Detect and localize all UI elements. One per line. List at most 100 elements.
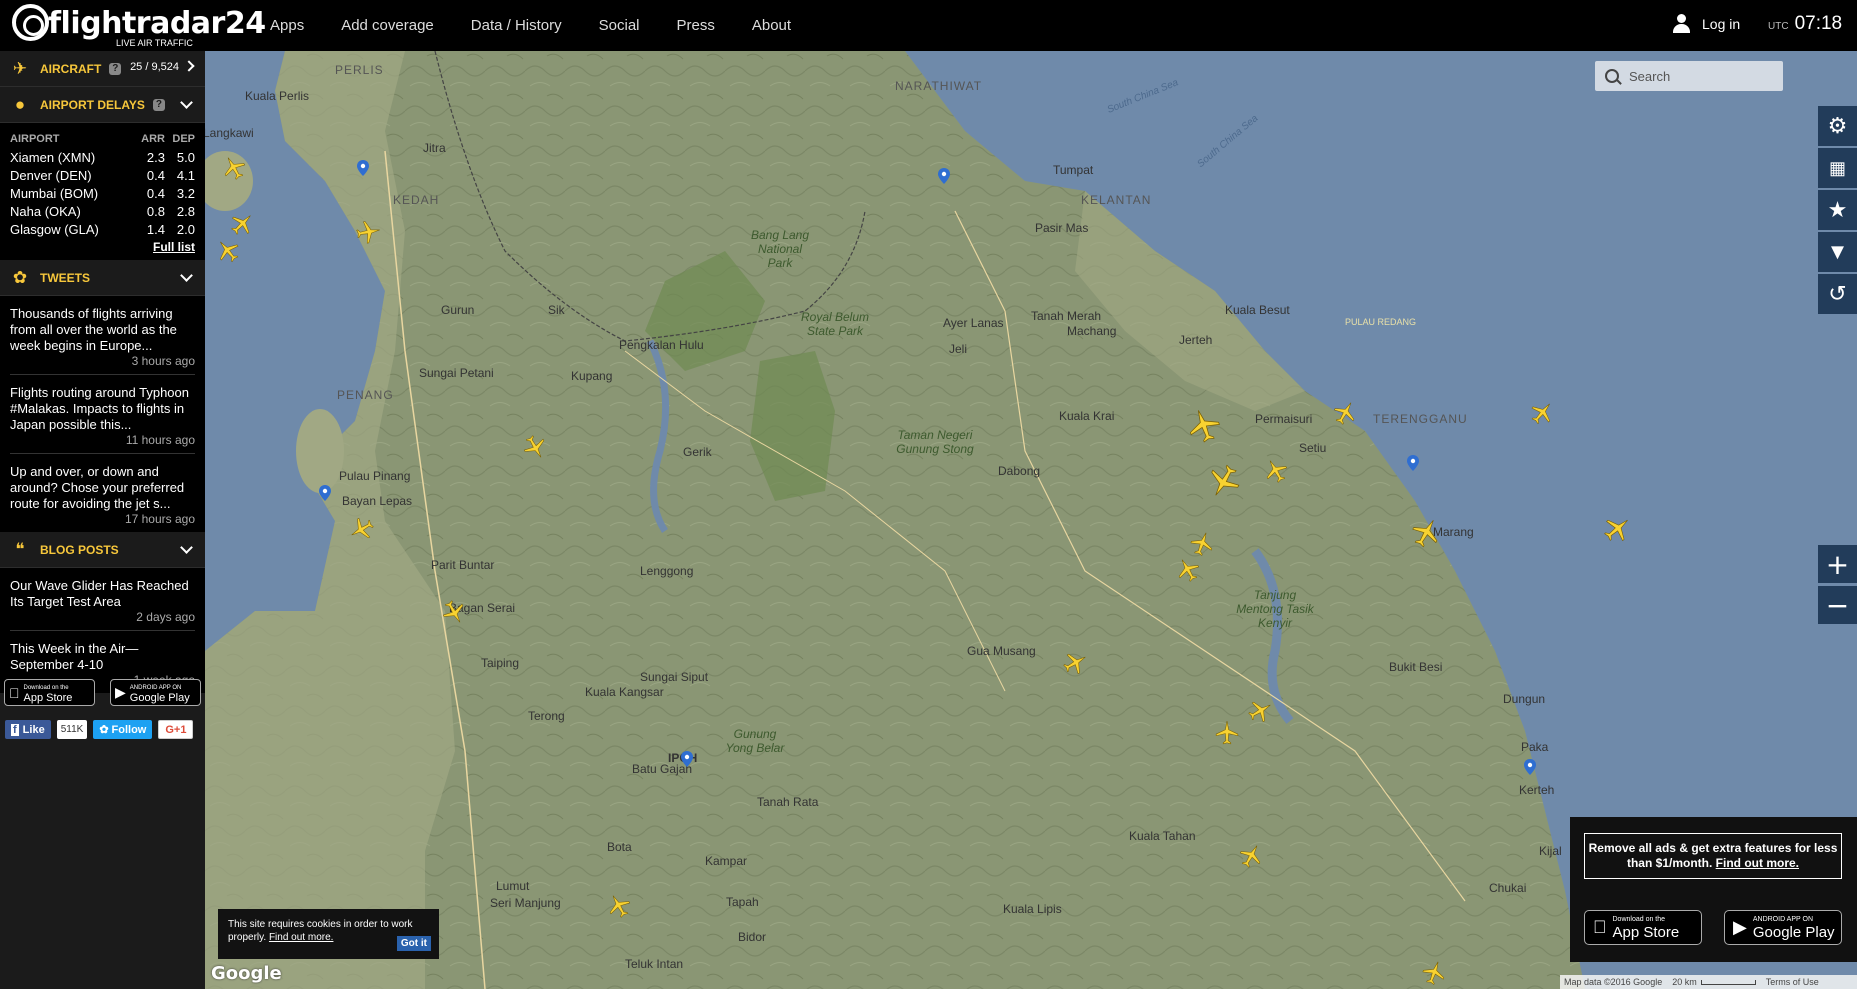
list-item[interactable]: Thousands of flights arriving from all o… bbox=[10, 296, 195, 375]
utc-label: UTC bbox=[1768, 21, 1789, 32]
remove-ads-banner[interactable]: Remove all ads & get extra features for … bbox=[1584, 833, 1842, 879]
google-plus-button[interactable]: G+1 bbox=[158, 720, 194, 739]
tweet-time: 11 hours ago bbox=[125, 433, 195, 447]
got-it-button[interactable]: Got it bbox=[396, 936, 431, 951]
airport-name: Denver (DEN) bbox=[10, 167, 92, 183]
list-item[interactable]: Up and over, or down and around? Chose y… bbox=[10, 454, 195, 532]
airport-pin-icon[interactable] bbox=[319, 485, 331, 501]
google-play-badge[interactable]: ▶ ANDROID APP ON Google Play bbox=[1724, 910, 1842, 945]
chevron-down-icon[interactable] bbox=[180, 541, 193, 554]
full-list-link[interactable]: Full list bbox=[10, 240, 195, 254]
list-item[interactable]: Our Wave Glider Has Reached Its Target T… bbox=[10, 568, 195, 631]
blog-feed: Our Wave Glider Has Reached Its Target T… bbox=[0, 568, 205, 693]
nav-add-coverage[interactable]: Add coverage bbox=[341, 17, 434, 34]
map-label: PENANG bbox=[337, 388, 394, 402]
airport-pin-icon[interactable] bbox=[1407, 455, 1419, 471]
nav-about[interactable]: About bbox=[752, 17, 791, 34]
aircraft-icon[interactable] bbox=[1214, 720, 1240, 746]
list-item[interactable]: Flights routing around Typhoon #Malakas.… bbox=[10, 375, 195, 454]
map-label: Kuala Kangsar bbox=[585, 685, 664, 699]
search-box[interactable] bbox=[1595, 61, 1783, 91]
login-label: Log in bbox=[1702, 16, 1741, 32]
apple-icon:  bbox=[9, 685, 20, 701]
zoom-in-button[interactable]: + bbox=[1818, 545, 1857, 583]
facebook-icon: f bbox=[11, 723, 19, 736]
favorites-icon[interactable]: ★ bbox=[1818, 190, 1857, 230]
nav-social[interactable]: Social bbox=[599, 17, 640, 34]
map-label: Ayer Lanas bbox=[943, 316, 1004, 330]
aircraft-icon[interactable] bbox=[353, 217, 383, 247]
help-icon[interactable]: ? bbox=[152, 98, 165, 111]
badge-big-text: App Store bbox=[13, 691, 73, 704]
map-label: Gua Musang bbox=[967, 644, 1036, 658]
airport-name: Xiamen (XMN) bbox=[10, 149, 96, 165]
playback-icon[interactable]: ↺ bbox=[1818, 274, 1857, 314]
chevron-down-icon[interactable] bbox=[180, 96, 193, 109]
search-input[interactable] bbox=[1629, 68, 1769, 84]
promo-text: Remove all ads & get extra features for … bbox=[1588, 841, 1838, 870]
dep-delay: 2.8 bbox=[176, 203, 195, 219]
utc-clock: UTC 07:18 bbox=[1768, 13, 1842, 35]
nav-press[interactable]: Press bbox=[677, 17, 715, 34]
map-label: Parit Buntar bbox=[431, 558, 495, 572]
airport-pin-icon[interactable] bbox=[1524, 759, 1536, 775]
table-row[interactable]: Denver (DEN) 0.4 4.1 bbox=[10, 166, 195, 184]
help-icon[interactable]: ? bbox=[109, 62, 122, 75]
app-store-badge[interactable]:  Download on theApp Store bbox=[1584, 910, 1702, 945]
map-label: Sungai Petani bbox=[419, 366, 494, 380]
play-icon: ▶ bbox=[115, 684, 126, 700]
nav-data-history[interactable]: Data / History bbox=[471, 17, 562, 34]
map-label: Kampar bbox=[705, 854, 748, 868]
dep-delay: 2.0 bbox=[176, 221, 195, 237]
map-label: Permaisuri bbox=[1255, 412, 1313, 426]
utc-time: 07:18 bbox=[1794, 13, 1843, 34]
cookie-link[interactable]: Find out more. bbox=[269, 932, 333, 943]
login-button[interactable]: Log in bbox=[1672, 14, 1740, 34]
twitter-follow-button[interactable]: ✿ Follow bbox=[93, 720, 153, 739]
chevron-down-icon[interactable] bbox=[180, 269, 193, 282]
map-label: Setiu bbox=[1299, 441, 1327, 455]
settings-icon[interactable]: ⚙ bbox=[1818, 106, 1857, 146]
airport-pin-icon[interactable] bbox=[357, 160, 369, 176]
table-row[interactable]: Naha (OKA) 0.8 2.8 bbox=[10, 202, 195, 220]
filter-icon[interactable]: ▼ bbox=[1818, 232, 1857, 272]
twitter-bird-icon: ✿ bbox=[12, 267, 28, 287]
blog-posts-header[interactable]: ❝ BLOG POSTS bbox=[0, 532, 205, 568]
tweet-text: Up and over, or down and around? Chose y… bbox=[10, 464, 185, 511]
map-label: Kijal bbox=[1539, 844, 1562, 858]
column-airport: AIRPORT bbox=[10, 133, 60, 145]
airport-pin-icon[interactable] bbox=[938, 168, 950, 184]
quote-icon: ❝ bbox=[15, 539, 25, 559]
blog-posts-title: BLOG POSTS bbox=[40, 542, 119, 557]
logo-name: flightradar24 bbox=[48, 6, 266, 41]
terms-of-use-link[interactable]: Terms of Use bbox=[1766, 977, 1819, 987]
map-label: Jeli bbox=[949, 342, 968, 356]
aircraft-title: AIRCRAFT bbox=[40, 61, 102, 76]
table-row[interactable]: Glasgow (GLA) 1.4 2.0 bbox=[10, 220, 195, 238]
zoom-out-button[interactable]: − bbox=[1818, 586, 1857, 624]
table-row[interactable]: Xiamen (XMN) 2.3 5.0 bbox=[10, 148, 195, 166]
map-label: Dungun bbox=[1503, 692, 1546, 706]
google-play-badge[interactable]: ▶ ANDROID APP ON Google Play bbox=[110, 679, 201, 706]
airport-delays-header[interactable]: ● AIRPORT DELAYS ? bbox=[0, 87, 205, 123]
flightradar24-logo[interactable]: flightradar24 LIVE AIR TRAFFIC bbox=[12, 4, 266, 48]
table-row[interactable]: Mumbai (BOM) 0.4 3.2 bbox=[10, 184, 195, 202]
aircraft-panel-header[interactable]: ✈ AIRCRAFT ? 25 / 9,524 bbox=[0, 51, 205, 87]
facebook-like-button[interactable]: f Like bbox=[5, 720, 51, 739]
tweets-header[interactable]: ✿ TWEETS bbox=[0, 260, 205, 296]
badge-big-text: App Store bbox=[1599, 923, 1680, 941]
app-store-badge[interactable]:  Download on theApp Store bbox=[4, 679, 95, 706]
map-label: Gerik bbox=[683, 445, 712, 459]
blog-text: Our Wave Glider Has Reached Its Target T… bbox=[10, 578, 189, 609]
promo-link[interactable]: Find out more. bbox=[1716, 856, 1799, 870]
arr-delay: 0.4 bbox=[146, 167, 165, 183]
map-label: Tanah Rata bbox=[757, 795, 819, 809]
map-label: Teluk Intan bbox=[625, 957, 684, 971]
nav-apps[interactable]: Apps bbox=[270, 17, 304, 34]
widgets-icon[interactable]: ▦ bbox=[1818, 148, 1857, 188]
map-label: Jerteh bbox=[1179, 333, 1213, 347]
map-label: Kuala Besut bbox=[1225, 303, 1290, 317]
map-label: Tanah Merah bbox=[1031, 309, 1102, 323]
airport-pin-icon[interactable] bbox=[681, 751, 693, 767]
social-buttons: f Like 511K ✿ Follow G+1 bbox=[5, 720, 199, 739]
